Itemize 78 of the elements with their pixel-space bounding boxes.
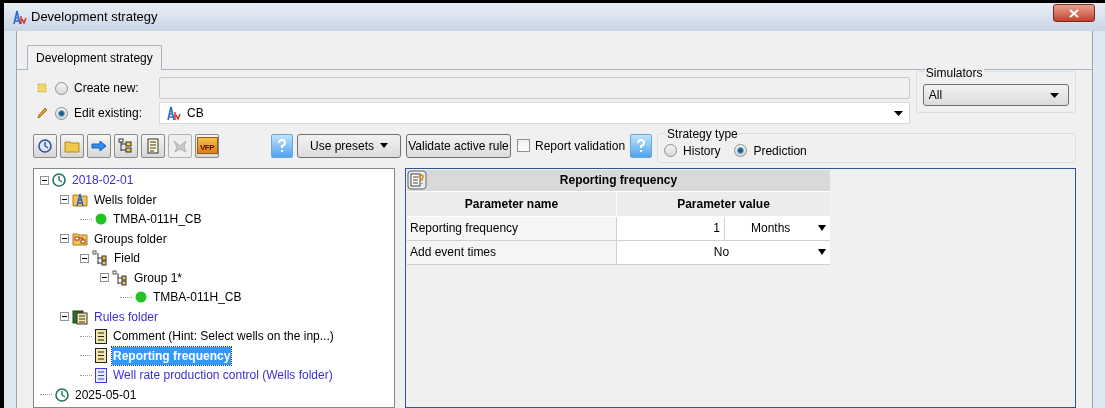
toolbar-button[interactable] [114, 133, 138, 158]
document-icon [95, 367, 107, 383]
help-icon [277, 138, 287, 153]
derrick-folder-icon [72, 191, 88, 208]
tree-item[interactable]: Comment (Hint: Select wells on the inp...) [112, 327, 335, 346]
caret-icon [818, 249, 826, 256]
tree-item[interactable]: 2025-05-01 [74, 385, 138, 404]
radio-button[interactable] [55, 106, 68, 120]
caret-icon [893, 110, 903, 116]
toolbar-button[interactable] [141, 133, 165, 158]
create-new-label: Create new: [74, 80, 140, 97]
tree-item[interactable]: Wells folder [93, 190, 158, 209]
document-icon [95, 348, 107, 364]
document-icon [145, 137, 161, 154]
caret-icon [818, 225, 826, 232]
tree-item[interactable]: Groups folder [93, 229, 168, 248]
help-button[interactable] [630, 133, 653, 158]
simulators-dropdown[interactable]: All [922, 84, 1069, 106]
new-item-icon [37, 83, 47, 93]
edit-existing-label: Edit existing: [74, 105, 144, 122]
checkbox[interactable] [517, 139, 530, 153]
tree-item[interactable]: TMBA-011H_CB [112, 210, 203, 229]
arrow-icon [91, 137, 107, 154]
close-icon [1069, 8, 1079, 18]
expander-icon[interactable] [80, 253, 89, 263]
tree-item[interactable]: Group 1* [133, 268, 184, 287]
create-new-field[interactable] [159, 77, 910, 99]
toolbar-button[interactable] [33, 133, 57, 158]
report-validation-label: Report validation [535, 137, 626, 155]
table-cell: Reporting frequency [407, 216, 617, 240]
radio-label: Prediction [753, 142, 807, 160]
group-folder-icon [72, 230, 88, 247]
help-button[interactable] [271, 133, 293, 158]
caret-icon [380, 143, 388, 149]
unit-dropdown[interactable]: Months [725, 216, 830, 240]
radio-button[interactable] [734, 144, 748, 158]
caret-icon [1050, 92, 1059, 98]
status-dot-icon [135, 291, 147, 304]
use-presets-button[interactable]: Use presets [297, 133, 401, 158]
expander-icon[interactable] [60, 312, 69, 322]
expander-icon[interactable] [60, 195, 69, 205]
toolbar-button[interactable] [60, 133, 84, 158]
pencil-icon [36, 107, 48, 119]
clock-icon [55, 387, 69, 402]
tree-item[interactable]: TMBA-011H_CB [152, 288, 243, 307]
value-dropdown[interactable]: No [617, 240, 830, 264]
toolbar-button[interactable] [87, 133, 111, 158]
tree-icon [118, 137, 134, 154]
status-dot-icon [95, 213, 107, 226]
tree-item[interactable]: Well rate production control (Wells folder) [112, 366, 334, 385]
dropdown-value: All [928, 87, 943, 104]
column-header: Parameter value [676, 195, 771, 213]
radio-label: History [683, 142, 721, 160]
window-title: Development strategy [31, 8, 158, 27]
expander-icon[interactable] [60, 234, 69, 244]
tree-item[interactable]: Rules folder [93, 307, 160, 326]
column-header: Parameter name [407, 191, 617, 216]
document-icon [95, 328, 107, 344]
radio-button[interactable] [55, 81, 68, 95]
expander-icon[interactable] [100, 273, 109, 283]
number-field[interactable]: 1 [617, 216, 725, 240]
tree-icon [112, 269, 128, 286]
table-cell: Add event times [407, 240, 617, 264]
edit-existing-dropdown[interactable]: CB [159, 102, 910, 124]
expander-icon[interactable] [40, 175, 49, 185]
clock-icon [37, 137, 53, 154]
tree-icon [92, 250, 108, 267]
tree-item[interactable]: Field [113, 249, 141, 268]
radio-button[interactable] [664, 144, 678, 158]
rules-folder-icon [72, 308, 88, 325]
clock-icon [52, 173, 66, 188]
tree-item[interactable]: 2018-02-01 [71, 171, 135, 190]
close-button[interactable] [1053, 4, 1095, 22]
dropdown-value: CB [187, 105, 204, 122]
table-title: Reporting frequency [558, 172, 679, 190]
help-icon [636, 138, 647, 153]
tab[interactable]: Development strategy [27, 45, 162, 70]
validate-active-rule-button[interactable]: Validate active rule [406, 133, 511, 158]
